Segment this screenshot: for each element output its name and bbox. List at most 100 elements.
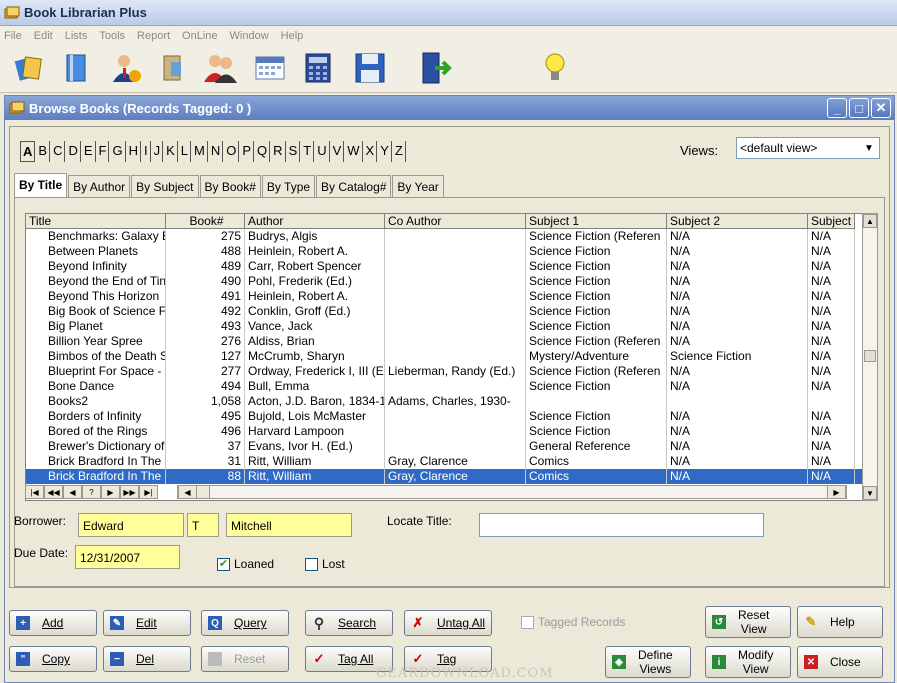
table-row[interactable]: Bored of the Rings 496 Harvard Lampoon Scie… — [26, 424, 871, 439]
menu-report[interactable]: Report — [137, 30, 170, 42]
column-header-coauthor[interactable]: Co Author — [385, 214, 526, 229]
modify-view-button[interactable]: i Modify View — [705, 646, 791, 678]
table-row[interactable]: Bone Dance 494 Bull, Emma Science Fiction N/… — [26, 379, 871, 394]
copy-button[interactable]: " Copy — [9, 646, 97, 672]
define-views-button[interactable]: ◈ Define Views — [605, 646, 691, 678]
table-row[interactable]: Beyond the End of Tin 490 Pohl, Frederik (… — [26, 274, 871, 289]
column-header-subject2[interactable]: Subject 2 — [667, 214, 808, 229]
close-button[interactable]: ✕ Close — [797, 646, 883, 678]
first-record-icon[interactable]: |◀ — [25, 485, 44, 499]
find-record-icon[interactable]: ? — [82, 485, 101, 499]
tab-by-catalog-number[interactable]: By Catalog# — [316, 175, 392, 197]
scroll-left-icon[interactable]: ◀ — [178, 485, 197, 499]
vertical-scrollbar[interactable]: ▲ ▼ — [862, 213, 878, 501]
alpha-letter-d[interactable]: D — [66, 141, 81, 162]
alpha-letter-p[interactable]: P — [240, 141, 255, 162]
alpha-letter-z[interactable]: Z — [393, 141, 406, 162]
table-row[interactable]: Billion Year Spree 276 Aldiss, Brian Scienc… — [26, 334, 871, 349]
tagged-records-checkbox[interactable]: Tagged Records — [521, 615, 625, 629]
alpha-letter-x[interactable]: X — [364, 141, 378, 162]
column-header-subject3[interactable]: Subject — [808, 214, 855, 229]
alpha-letter-y[interactable]: Y — [378, 141, 392, 162]
alpha-letter-r[interactable]: R — [271, 141, 286, 162]
floppy-disk-icon[interactable] — [352, 50, 388, 86]
next-record-icon[interactable]: ▶ — [101, 485, 120, 499]
lost-checkbox[interactable]: Lost — [305, 557, 345, 571]
borrower-middle-field[interactable]: T — [187, 513, 219, 537]
lightbulb-icon[interactable] — [537, 50, 573, 86]
alpha-letter-b[interactable]: B — [36, 141, 51, 162]
table-row[interactable]: Bimbos of the Death S 127 McCrumb, Sharyn M… — [26, 349, 871, 364]
alpha-letter-g[interactable]: G — [110, 141, 126, 162]
minimize-button[interactable]: _ — [827, 98, 847, 118]
table-row[interactable]: Brick Bradford In The 31 Ritt, William Gray… — [26, 454, 871, 469]
locate-title-input[interactable] — [479, 513, 764, 537]
alpha-letter-t[interactable]: T — [301, 141, 315, 162]
exit-door-icon[interactable] — [418, 50, 454, 86]
alpha-letter-m[interactable]: M — [192, 141, 208, 162]
search-button[interactable]: ⚲ Search — [305, 610, 393, 636]
alpha-letter-j[interactable]: J — [152, 141, 164, 162]
calendar-icon[interactable] — [252, 50, 288, 86]
next-page-icon[interactable]: ▶▶ — [120, 485, 139, 499]
add-button[interactable]: + Add — [9, 610, 97, 636]
untag-all-button[interactable]: ✗ Untag All — [404, 610, 492, 636]
alpha-letter-o[interactable]: O — [224, 141, 240, 162]
alpha-letter-k[interactable]: K — [164, 141, 178, 162]
hscroll-thumb[interactable] — [196, 485, 210, 499]
book-icon[interactable] — [58, 50, 94, 86]
alpha-letter-n[interactable]: N — [209, 141, 224, 162]
menu-online[interactable]: OnLine — [182, 30, 217, 42]
table-row[interactable]: Benchmarks: Galaxy B 275 Budrys, Algis Scie… — [26, 229, 871, 244]
due-date-field[interactable]: 12/31/2007 — [75, 545, 180, 569]
alpha-letter-i[interactable]: I — [142, 141, 151, 162]
table-row[interactable]: Between Planets 488 Heinlein, Robert A. Sci… — [26, 244, 871, 259]
alpha-letter-e[interactable]: E — [82, 141, 96, 162]
scroll-right-icon[interactable]: ▶ — [827, 485, 846, 499]
book-open-icon[interactable] — [155, 50, 191, 86]
horizontal-scrollbar[interactable]: ◀ ▶ — [177, 485, 847, 499]
alpha-letter-s[interactable]: S — [287, 141, 301, 162]
alpha-letter-c[interactable]: C — [51, 141, 66, 162]
table-row[interactable]: Beyond This Horizon 491 Heinlein, Robert A… — [26, 289, 871, 304]
last-record-icon[interactable]: ▶| — [139, 485, 158, 499]
tab-by-year[interactable]: By Year — [392, 175, 444, 197]
menu-window[interactable]: Window — [230, 30, 269, 42]
scroll-thumb[interactable] — [864, 350, 876, 362]
alpha-letter-v[interactable]: V — [331, 141, 345, 162]
table-row[interactable]: Books2 1,058 Acton, J.D. Baron, 1834-1 Adam… — [26, 394, 871, 409]
table-row[interactable]: Big Planet 493 Vance, Jack Science Fiction N… — [26, 319, 871, 334]
table-row[interactable]: Brick Bradford In The 88 Ritt, William Gray… — [26, 469, 871, 484]
loaned-checkbox[interactable]: ✔ Loaned — [217, 557, 274, 571]
views-dropdown[interactable]: <default view> ▼ — [736, 137, 880, 159]
help-button[interactable]: ✎ Help — [797, 606, 883, 638]
maximize-button[interactable]: □ — [849, 98, 869, 118]
tab-by-book-number[interactable]: By Book# — [199, 175, 261, 197]
person-info-icon[interactable] — [108, 50, 144, 86]
table-row[interactable]: Blueprint For Space -277 Ordway, Frederic… — [26, 364, 871, 379]
close-window-button[interactable]: ✕ — [871, 98, 891, 118]
alpha-letter-w[interactable]: W — [345, 141, 363, 162]
prev-page-icon[interactable]: ◀◀ — [44, 485, 63, 499]
alpha-letter-h[interactable]: H — [127, 141, 141, 162]
column-header-subject1[interactable]: Subject 1 — [526, 214, 667, 229]
alpha-letter-f[interactable]: F — [97, 141, 110, 162]
reset-button[interactable]: Reset — [201, 646, 289, 672]
books-icon[interactable] — [12, 50, 48, 86]
alpha-letter-l[interactable]: L — [179, 141, 192, 162]
books-grid[interactable]: Title Book# Author Co Author Subject 1 S… — [25, 213, 872, 501]
scroll-down-icon[interactable]: ▼ — [863, 486, 877, 500]
scroll-up-icon[interactable]: ▲ — [863, 214, 877, 228]
prev-record-icon[interactable]: ◀ — [63, 485, 82, 499]
menu-edit[interactable]: Edit — [34, 30, 53, 42]
calculator-icon[interactable] — [300, 50, 336, 86]
menu-lists[interactable]: Lists — [65, 30, 88, 42]
table-row[interactable]: Beyond Infinity 489 Carr, Robert Spencer Sc… — [26, 259, 871, 274]
alpha-letter-q[interactable]: Q — [255, 141, 271, 162]
column-header-book-number[interactable]: Book# — [166, 214, 245, 229]
tab-by-author[interactable]: By Author — [68, 175, 131, 197]
menu-file[interactable]: File — [4, 30, 22, 42]
menu-tools[interactable]: Tools — [99, 30, 125, 42]
tab-by-subject[interactable]: By Subject — [131, 175, 199, 197]
borrower-last-field[interactable]: Mitchell — [226, 513, 352, 537]
